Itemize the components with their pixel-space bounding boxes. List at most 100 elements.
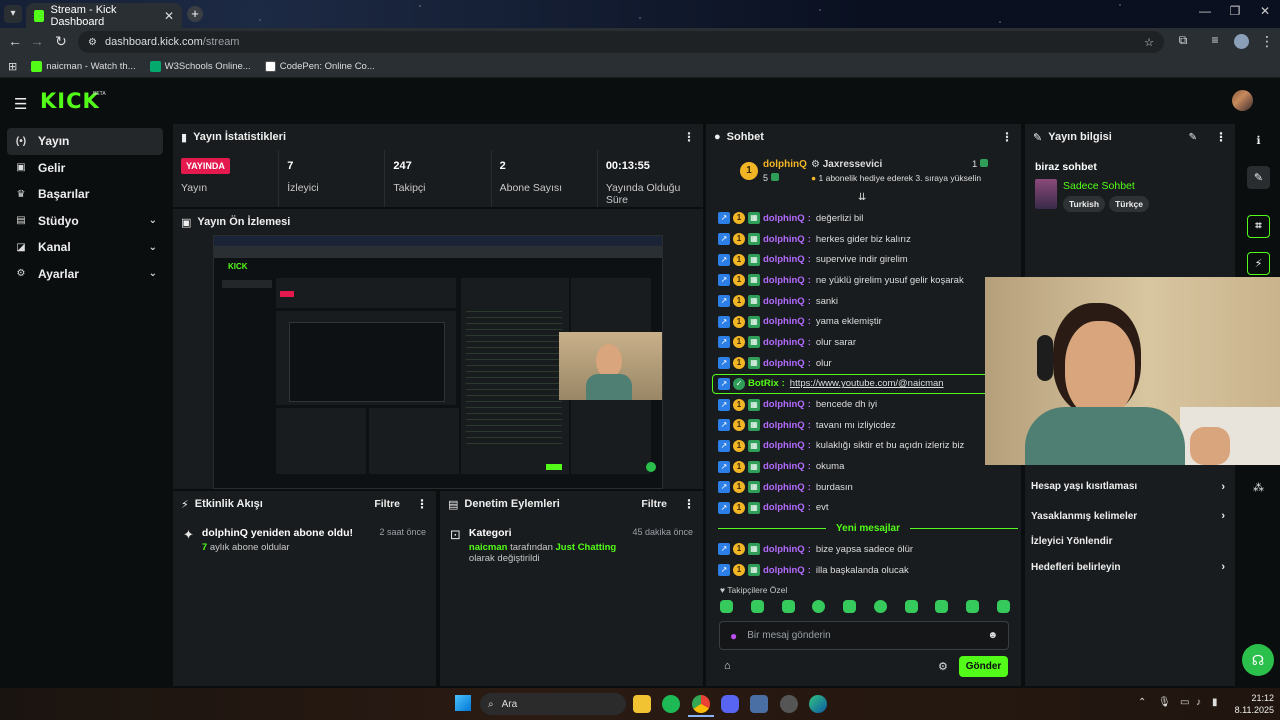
lightning-icon[interactable]: ⚡ (1247, 252, 1270, 275)
back-button[interactable]: ← (6, 33, 24, 49)
menu-toggle-icon[interactable]: ☰ (14, 95, 27, 113)
taskbar-search[interactable]: ⌕ Ara (480, 693, 626, 715)
chat-settings-gear-icon[interactable]: ⚙ (938, 660, 948, 673)
discord-icon[interactable] (721, 695, 739, 713)
chrome-icon[interactable] (692, 695, 710, 713)
tab-search-button[interactable]: ▾ (4, 5, 22, 23)
info-icon[interactable]: ℹ (1247, 129, 1270, 152)
tab-close-icon[interactable]: ✕ (164, 9, 174, 23)
chat-username[interactable]: dolphinQ (763, 544, 805, 555)
category-name[interactable]: Sadece Sohbet (1063, 180, 1135, 192)
chat-username[interactable]: dolphinQ (763, 502, 805, 513)
more-options-icon[interactable]: ⋮ (683, 130, 695, 144)
chat-username[interactable]: dolphinQ (763, 482, 805, 493)
chat-username[interactable]: BotRix (748, 378, 779, 389)
chat-input[interactable]: ● Bir mesaj gönderin ☻ (719, 621, 1009, 650)
chat-username[interactable]: dolphinQ (763, 461, 805, 472)
app-icon[interactable] (750, 695, 768, 713)
emote-button[interactable] (781, 600, 795, 613)
new-tab-button[interactable]: + (187, 6, 203, 22)
collapse-pinned-icon[interactable]: ⇊ (858, 192, 866, 203)
forward-button[interactable]: → (28, 33, 46, 49)
emote-button[interactable] (966, 600, 980, 613)
chat-username[interactable]: dolphinQ (763, 337, 805, 348)
sidebar-item-gelir[interactable]: ▣ Gelir (7, 155, 163, 182)
share-icon[interactable]: ⁂ (1247, 476, 1270, 499)
windows-start-icon[interactable] (455, 695, 471, 711)
support-icon[interactable]: ☊ (1242, 644, 1274, 676)
emote-button[interactable] (873, 600, 887, 613)
emoji-icon[interactable]: ☻ (987, 630, 998, 641)
sidebar-item-ayarlar[interactable]: ⚙ Ayarlar ⌄ (7, 261, 163, 288)
taskbar-clock[interactable]: 21:12 8.11.2025 (1228, 692, 1274, 716)
filter-button[interactable]: Filtre (374, 498, 400, 510)
chat-link[interactable]: https://www.youtube.com/@naicman (790, 378, 944, 389)
extensions-icon[interactable]: ⧉ (1174, 33, 1192, 48)
site-info-icon[interactable]: ⚙ (88, 37, 97, 48)
more-options-icon[interactable]: ⋮ (416, 497, 428, 511)
bookmark-star-icon[interactable]: ☆ (1144, 36, 1154, 49)
profile-avatar[interactable] (1234, 34, 1249, 49)
sidebar-item-basarilar[interactable]: ♛ Başarılar (7, 181, 163, 208)
chat-username[interactable]: dolphinQ (763, 440, 805, 451)
address-bar[interactable]: ⚙ dashboard.kick.com/stream ☆ (78, 31, 1164, 53)
emote-button[interactable] (720, 600, 733, 613)
maximize-button[interactable]: ❐ (1220, 4, 1250, 18)
chat-username[interactable]: dolphinQ (763, 399, 805, 410)
chat-username[interactable]: dolphinQ (763, 234, 805, 245)
bookmark-item[interactable]: W3Schools Online... (149, 61, 251, 72)
chat-username[interactable]: dolphinQ (763, 565, 805, 576)
chat-username[interactable]: dolphinQ (763, 275, 805, 286)
chat-username[interactable]: dolphinQ (763, 358, 805, 369)
more-options-icon[interactable]: ⋮ (683, 497, 695, 511)
sidebar-item-kanal[interactable]: ◪ Kanal ⌄ (7, 234, 163, 261)
network-icon[interactable]: ▭ (1180, 697, 1189, 708)
kick-logo[interactable]: KICK (40, 89, 100, 113)
stream-preview-video[interactable]: KICK (213, 235, 663, 489)
sidebar-item-studyo[interactable]: ▤ Stüdyo ⌄ (7, 208, 163, 235)
setting-goals[interactable]: Hedefleri belirleyin › (1025, 555, 1235, 581)
store-icon[interactable]: ⌂ (724, 660, 731, 672)
microphone-icon[interactable]: ● (730, 629, 737, 643)
clip-icon[interactable]: ⌗ (1247, 215, 1270, 238)
battery-icon[interactable]: ▮ (1212, 697, 1218, 708)
emote-button[interactable] (935, 600, 949, 613)
edit-icon[interactable]: ✎ (1247, 166, 1270, 189)
bookmark-item[interactable]: naicman - Watch th... (31, 61, 136, 72)
apps-grid-icon[interactable]: ⊞ (8, 60, 17, 73)
sidebar-item-yayin[interactable]: (•) Yayın (7, 128, 163, 155)
browser-tab-active[interactable]: Stream - Kick Dashboard ✕ (26, 3, 182, 28)
spotify-icon[interactable] (662, 695, 680, 713)
chat-username[interactable]: dolphinQ (763, 316, 805, 327)
setting-account-age[interactable]: Hesap yaşı kısıtlaması › (1025, 474, 1235, 500)
bookmark-item[interactable]: CodePen: Online Co... (264, 61, 375, 72)
chat-username[interactable]: dolphinQ (763, 296, 805, 307)
emote-button[interactable] (843, 600, 857, 613)
reading-list-icon[interactable]: ≡ (1206, 33, 1224, 47)
send-button[interactable]: Gönder (959, 656, 1008, 677)
emote-button[interactable] (996, 600, 1010, 613)
emote-button[interactable] (904, 600, 918, 613)
edit-icon[interactable]: ✎ (1189, 132, 1197, 143)
volume-icon[interactable]: ♪ (1196, 697, 1201, 708)
obs-icon[interactable] (780, 695, 798, 713)
edge-icon[interactable] (809, 695, 827, 713)
tray-overflow-icon[interactable]: ⌃ (1138, 697, 1146, 708)
chat-username[interactable]: dolphinQ (763, 420, 805, 431)
more-options-icon[interactable]: ⋮ (1001, 130, 1013, 144)
user-avatar[interactable] (1232, 90, 1253, 111)
more-options-icon[interactable]: ⋮ (1215, 130, 1227, 144)
emote-button[interactable] (812, 600, 826, 613)
chat-username[interactable]: dolphinQ (763, 213, 805, 224)
microphone-icon[interactable]: 🎙 (1158, 697, 1171, 708)
reload-button[interactable]: ↻ (52, 33, 70, 50)
setting-raid-viewers[interactable]: İzleyici Yönlendir (1025, 529, 1235, 555)
setting-banned-words[interactable]: Yasaklanmış kelimeler › (1025, 504, 1235, 530)
close-window-button[interactable]: ✕ (1250, 4, 1280, 18)
emote-button[interactable] (750, 600, 764, 613)
browser-menu-icon[interactable]: ⋮ (1258, 33, 1276, 50)
filter-button[interactable]: Filtre (641, 498, 667, 510)
minimize-button[interactable]: — (1190, 4, 1220, 18)
chat-username[interactable]: dolphinQ (763, 254, 805, 265)
file-explorer-icon[interactable] (633, 695, 651, 713)
